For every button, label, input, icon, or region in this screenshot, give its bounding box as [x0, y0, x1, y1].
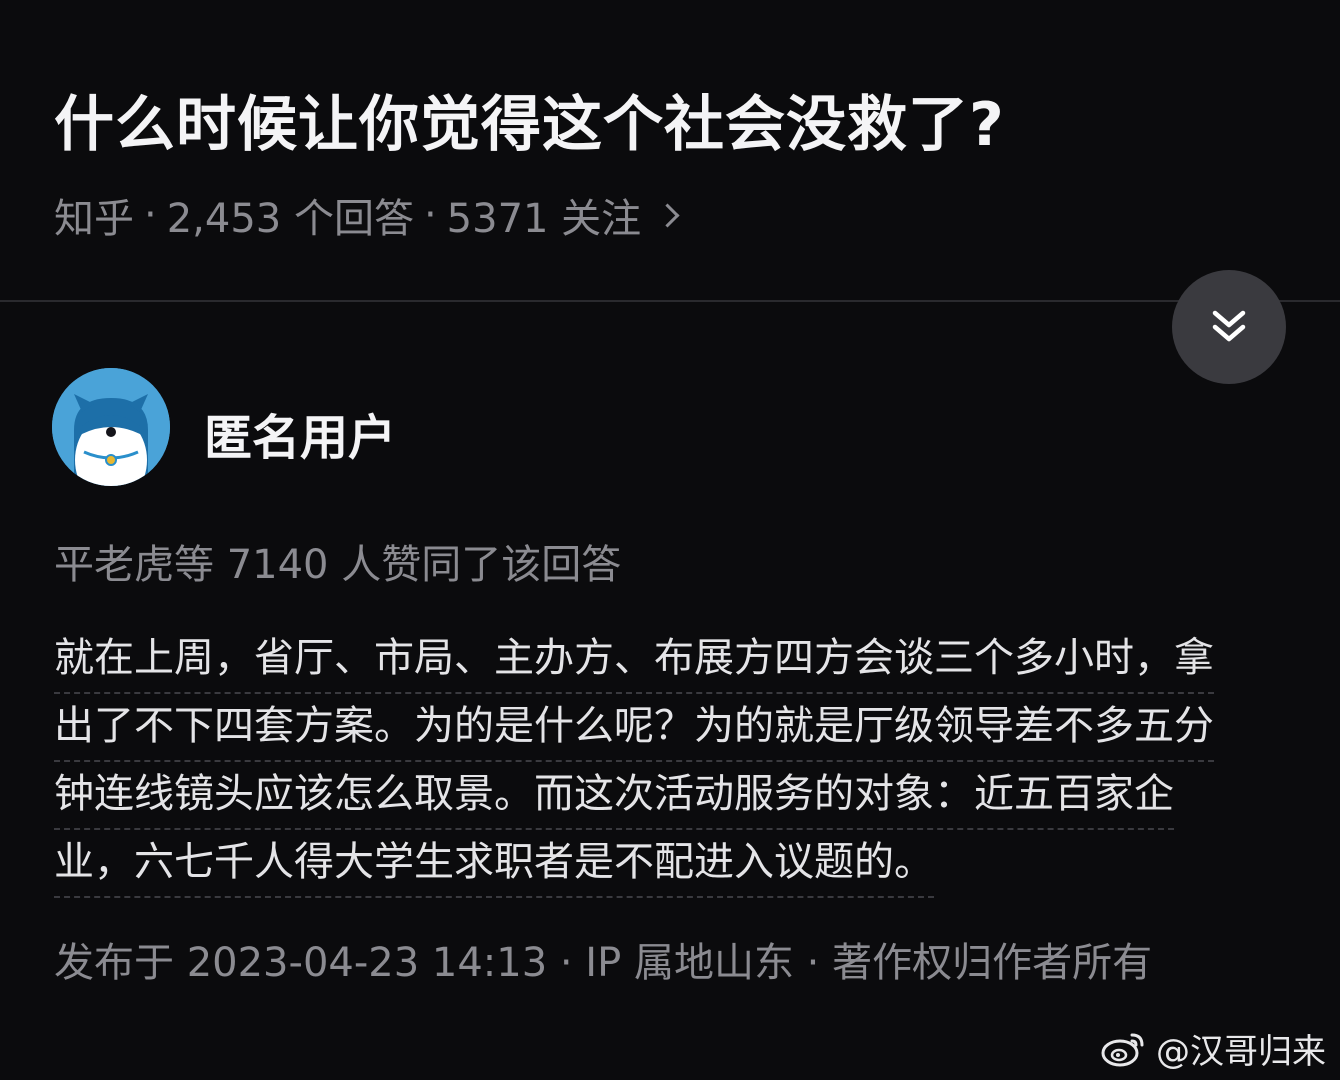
- double-chevron-down-icon: [1212, 310, 1246, 342]
- meta-separator: ·: [423, 192, 437, 238]
- divider: [0, 300, 1340, 302]
- answer-count: 2,453 个回答: [166, 196, 414, 242]
- publish-info: 发布于 2023-04-23 14:13 · IP 属地山东 · 著作权归作者所…: [54, 940, 1153, 986]
- question-meta[interactable]: 知乎 · 2,453 个回答 · 5371 关注: [54, 186, 680, 244]
- question-title[interactable]: 什么时候让你觉得这个社会没救了?: [54, 76, 1005, 163]
- meta-separator: ·: [144, 192, 157, 238]
- answer-line: 出了不下四套方案。为的是什么呢？为的就是厅级领导差不多五分: [54, 694, 1214, 762]
- chevron-right-icon: [655, 202, 680, 228]
- watermark: @汉哥归来: [1100, 1024, 1326, 1073]
- watermark-text: @汉哥归来: [1156, 1032, 1326, 1072]
- answer-line: 业，六七千人得大学生求职者是不配进入议题的。: [54, 830, 934, 898]
- answer-line: 钟连线镜头应该怎么取景。而这次活动服务的对象：近五百家企: [54, 762, 1174, 830]
- source-label: 知乎: [54, 196, 134, 242]
- vote-summary: 平老虎等 7140 人赞同了该回答: [54, 542, 622, 588]
- answer-line: 就在上周，省厅、市局、主办方、布展方四方会谈三个多小时，拿: [54, 626, 1214, 694]
- avatar[interactable]: [52, 368, 170, 486]
- weibo-logo-icon: [1101, 1033, 1144, 1066]
- collapse-button[interactable]: [1172, 270, 1286, 384]
- anonymous-avatar-icon: [52, 368, 170, 486]
- author-name[interactable]: 匿名用户: [204, 398, 396, 468]
- answer-body: 就在上周，省厅、市局、主办方、布展方四方会谈三个多小时，拿 出了不下四套方案。为…: [54, 626, 1280, 898]
- follower-count: 5371 关注: [446, 196, 642, 242]
